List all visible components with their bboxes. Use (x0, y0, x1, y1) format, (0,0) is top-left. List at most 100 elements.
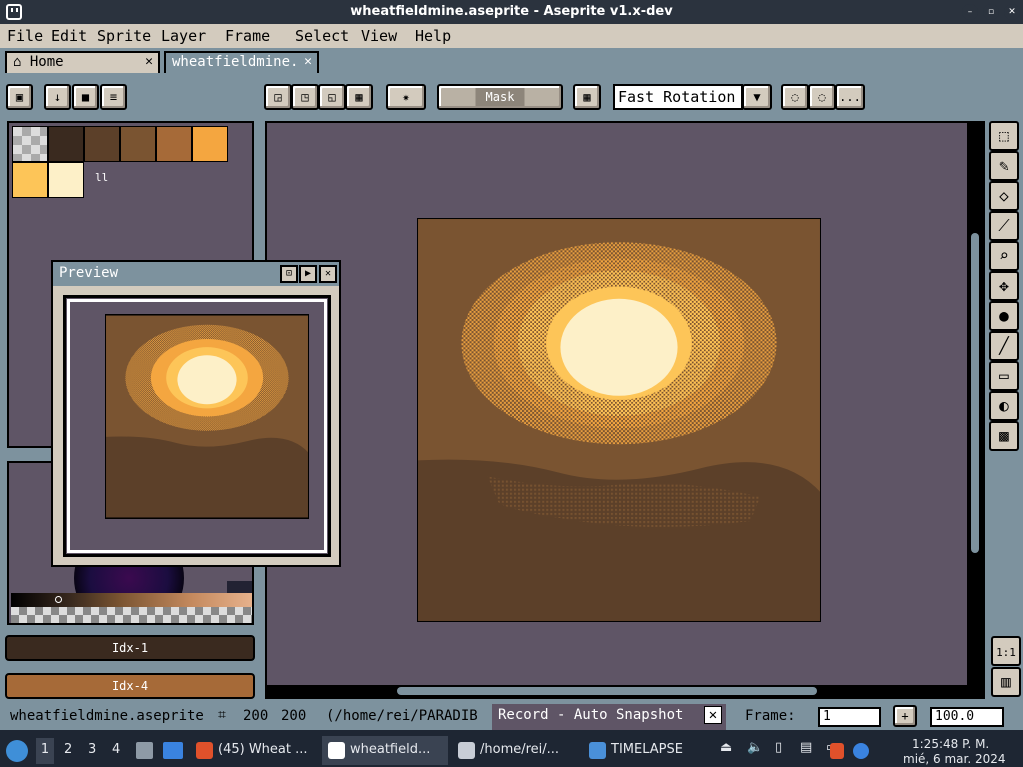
update-notification-icon[interactable] (853, 743, 869, 759)
blur-icon[interactable]: ▩ (989, 421, 1019, 451)
palette-swatch[interactable] (48, 162, 84, 198)
shade-slider[interactable] (11, 593, 252, 607)
workspace-1[interactable]: 1 (36, 738, 54, 764)
taskbar-app-browser[interactable]: (45) Wheat ... (190, 736, 316, 765)
eject-icon[interactable]: ⏏ (720, 740, 732, 755)
palette-swatch[interactable] (48, 126, 84, 162)
palette-swatch[interactable] (84, 126, 120, 162)
actual-size-icon[interactable]: 1:1 (991, 636, 1021, 666)
center-icon[interactable]: ⊡ (280, 265, 298, 283)
canvas-area[interactable] (265, 121, 985, 699)
taskbar-app-folder[interactable]: TIMELAPSE (583, 736, 709, 765)
shade-handle[interactable] (55, 596, 62, 603)
selection-intersect-icon[interactable]: ▦ (345, 84, 373, 110)
vertical-scroll-thumb[interactable] (971, 233, 979, 553)
frame-label: Frame: (745, 708, 796, 724)
sprite-canvas[interactable] (417, 218, 821, 622)
selection-replace-icon[interactable]: ◲ (264, 84, 292, 110)
transparent-color-icon[interactable]: ✷ (386, 84, 426, 110)
selection-add-icon[interactable]: ◳ (291, 84, 319, 110)
taskbar-app-aseprite[interactable]: wheatfield... (322, 736, 448, 765)
mask-button[interactable]: Mask (437, 84, 563, 110)
rotation-algorithm-select[interactable]: Fast Rotation (613, 84, 743, 110)
line-icon[interactable]: ╱ (989, 331, 1019, 361)
close-tab-icon[interactable]: ✕ (145, 54, 153, 69)
home-icon: ⌂ (13, 54, 22, 70)
close-icon[interactable]: ✕ (704, 706, 722, 724)
file-manager-icon[interactable] (136, 742, 153, 759)
timeline-icon[interactable]: ▥ (991, 667, 1021, 697)
flip-vertical-icon[interactable]: ◌ (808, 84, 836, 110)
selection-subtract-icon[interactable]: ◱ (318, 84, 346, 110)
palette-swatch[interactable] (120, 126, 156, 162)
brave-tray-icon[interactable] (830, 743, 844, 759)
taskbar: 1 2 3 4 (45) Wheat ... wheatfield... /ho… (0, 734, 1023, 767)
menu-sprite[interactable]: Sprite (97, 27, 151, 45)
paint-bucket-icon[interactable]: ● (989, 301, 1019, 331)
clock-time[interactable]: 1:25:48 P. M. (912, 737, 989, 751)
add-frame-icon[interactable]: + (893, 705, 917, 727)
rectangle-icon[interactable]: ▭ (989, 361, 1019, 391)
more-options-button[interactable]: ... (835, 84, 865, 110)
close-icon[interactable]: ✕ (319, 265, 337, 283)
close-icon[interactable]: ✕ (1004, 4, 1020, 20)
palette-swatch[interactable] (12, 162, 48, 198)
menu-help[interactable]: Help (415, 27, 451, 45)
flip-horizontal-icon[interactable]: ◌ (781, 84, 809, 110)
maximize-icon[interactable]: ▫ (983, 4, 999, 20)
pivot-icon[interactable]: ▦ (573, 84, 601, 110)
workspace-3[interactable]: 3 (88, 742, 96, 757)
options-icon[interactable]: ≡ (100, 84, 127, 110)
sort-icon[interactable]: ↓ (44, 84, 71, 110)
move-icon[interactable]: ✥ (989, 271, 1019, 301)
menu-frame[interactable]: Frame (225, 27, 270, 45)
menu-edit[interactable]: Edit (51, 27, 87, 45)
frame-input[interactable]: 1 (818, 707, 881, 727)
presets-icon[interactable]: ■ (72, 84, 99, 110)
workspace-4[interactable]: 4 (112, 742, 120, 757)
lock-icon[interactable]: ▣ (6, 84, 33, 110)
tab-document[interactable]: wheatfieldmine. ✕ (164, 51, 319, 73)
canvas-size-icon: ⌗ (218, 707, 226, 723)
clock-date[interactable]: mié, 6 mar. 2024 (903, 752, 1006, 766)
menu-file[interactable]: File (7, 27, 43, 45)
color-wheel-corner (227, 581, 252, 593)
menu-select[interactable]: Select (295, 27, 349, 45)
title-bar: wheatfieldmine.aseprite - Aseprite v1.x-… (0, 0, 1023, 24)
close-tab-icon[interactable]: ✕ (304, 54, 312, 69)
taskbar-app-label: wheatfield... (350, 742, 431, 757)
background-color-button[interactable]: Idx-4 (5, 673, 255, 699)
menu-layer[interactable]: Layer (161, 27, 206, 45)
preview-window[interactable]: Preview ⊡ ▶ ✕ (51, 260, 341, 567)
contour-icon[interactable]: ◐ (989, 391, 1019, 421)
alpha-slider[interactable] (11, 607, 252, 623)
horizontal-scroll-thumb[interactable] (397, 687, 817, 695)
foreground-color-button[interactable]: Idx-1 (5, 635, 255, 661)
palette-swatch[interactable] (192, 126, 228, 162)
eyedropper-icon[interactable]: ⟋ (989, 211, 1019, 241)
eraser-icon[interactable]: ◇ (989, 181, 1019, 211)
window-title: wheatfieldmine.aseprite - Aseprite v1.x-… (350, 4, 673, 19)
start-menu-icon[interactable] (6, 740, 28, 762)
workspace-2[interactable]: 2 (64, 742, 72, 757)
palette-swatch[interactable] (156, 126, 192, 162)
minimize-icon[interactable]: – (962, 4, 978, 20)
zoom-input[interactable]: 100.0 (930, 707, 1004, 727)
menu-view[interactable]: View (361, 27, 397, 45)
pencil-icon[interactable]: ✎ (989, 151, 1019, 181)
brave-icon (196, 742, 213, 759)
rectangular-marquee-icon[interactable]: ⬚ (989, 121, 1019, 151)
clipboard-icon[interactable]: ▯ (775, 740, 782, 755)
play-icon[interactable]: ▶ (299, 265, 317, 283)
palette-swatch-transparent[interactable] (12, 126, 48, 162)
chevron-down-icon[interactable]: ▼ (742, 84, 772, 110)
tool-column: ⬚ ✎ ◇ ⟋ ⌕ ✥ ● ╱ ▭ ◐ ▩ (989, 121, 1021, 456)
document-icon[interactable]: ▤ (800, 740, 812, 755)
record-label: Record - Auto Snapshot (498, 707, 684, 723)
tab-home[interactable]: ⌂ Home ✕ (5, 51, 160, 73)
zoom-icon[interactable]: ⌕ (989, 241, 1019, 271)
taskbar-app-editor[interactable]: /home/rei/... (452, 736, 578, 765)
show-desktop-icon[interactable] (163, 742, 183, 759)
tab-bar: ⌂ Home ✕ wheatfieldmine. ✕ (0, 48, 1023, 74)
volume-icon[interactable]: 🔈 (747, 740, 763, 755)
